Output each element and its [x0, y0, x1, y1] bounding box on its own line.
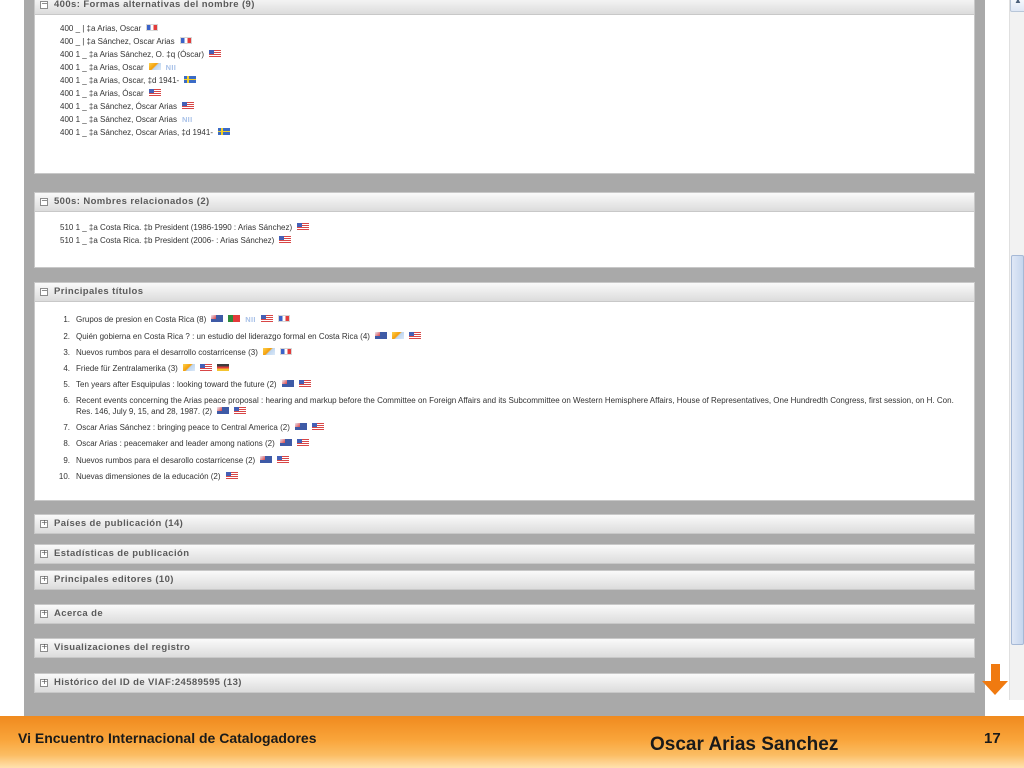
flag-usa-icon: [209, 50, 222, 58]
collapse-toggle-icon[interactable]: −: [40, 286, 48, 296]
slide-footer: Vi Encuentro Internacional de Catalogado…: [0, 716, 1024, 768]
slide-subject: Oscar Arias Sanchez: [650, 734, 839, 755]
panel-title: Visualizaciones del registro: [54, 642, 191, 653]
title-list-item[interactable]: 8. Oscar Arias : peacemaker and leader am…: [63, 438, 309, 449]
arrow-down-icon: [991, 664, 1000, 682]
flag-usa-icon: [296, 439, 309, 447]
scrollbar-thumb[interactable]: [1011, 255, 1024, 645]
panel-body-alt-names: 400 _ | ‡a Arias, Oscar 400 _ | ‡a Sánch…: [34, 15, 975, 174]
nii-source-icon: NII: [165, 63, 177, 72]
browser-viewport: ▲ − 400s: Formas alternativas del nombre…: [0, 0, 1024, 716]
flag-usa-icon: [199, 364, 212, 372]
flag-israel-icon: [148, 63, 161, 71]
panel-body-related-names: 510 1 _ ‡a Costa Rica. ‡b President (198…: [34, 212, 975, 268]
arrow-down-icon-head: [982, 681, 1008, 695]
panel-title: Estadísticas de publicación: [54, 548, 190, 559]
flag-france-icon: [146, 24, 159, 32]
title-list-item[interactable]: 5. Ten years after Esquipulas : looking t…: [63, 379, 311, 390]
flag-australia-icon: [260, 456, 273, 464]
flag-usa-icon: [260, 315, 273, 323]
flag-germany-icon: [216, 364, 229, 372]
title-list-item[interactable]: 9. Nuevos rumbos para el desarollo costar…: [63, 455, 290, 466]
right-gutter: [985, 0, 1009, 716]
list-item: 400 1 _ ‡a Sánchez, Oscar Arias NII: [60, 115, 193, 124]
flag-sweden-icon: [184, 76, 197, 84]
title-list-item[interactable]: 2. Quién gobierna en Costa Rica ? : un es…: [63, 331, 421, 342]
panel-header-record-views[interactable]: + Visualizaciones del registro: [34, 638, 975, 658]
title-list-item[interactable]: 1. Grupos de presion en Costa Rica (8) NII: [63, 314, 290, 325]
list-item: 400 1 _ ‡a Sánchez, Oscar Arias, ‡d 1941…: [60, 128, 230, 138]
slide-number: 17: [984, 730, 1001, 747]
list-item: 400 1 _ ‡a Sánchez, Óscar Arias: [60, 102, 194, 112]
list-item: 510 1 _ ‡a Costa Rica. ‡b President (200…: [60, 236, 292, 246]
nii-source-icon: NII: [245, 315, 256, 324]
list-item: 510 1 _ ‡a Costa Rica. ‡b President (198…: [60, 223, 310, 233]
expand-toggle-icon[interactable]: +: [40, 608, 48, 618]
panel-header-related-names[interactable]: − 500s: Nombres relacionados (2): [34, 192, 975, 212]
panel-title: Acerca de: [54, 608, 104, 619]
expand-toggle-icon[interactable]: +: [40, 548, 48, 558]
flag-usa-icon: [408, 332, 421, 340]
expand-toggle-icon[interactable]: +: [40, 574, 48, 584]
flag-australia-icon: [217, 407, 230, 415]
list-item: 400 1 _ ‡a Arias, Óscar: [60, 89, 161, 99]
flag-usa-icon: [279, 236, 292, 244]
panel-header-stats[interactable]: + Estadísticas de publicación: [34, 544, 975, 564]
panel-header-alt-names[interactable]: − 400s: Formas alternativas del nombre (…: [34, 0, 975, 15]
list-item: 400 _ | ‡a Arias, Oscar: [60, 24, 159, 34]
flag-sweden-icon: [217, 128, 230, 136]
title-list-item[interactable]: 7. Oscar Arias Sánchez : bringing peace t…: [63, 422, 324, 433]
title-list-item[interactable]: 6. Recent events concerning the Arias pea…: [63, 395, 966, 417]
title-list-item[interactable]: 10. Nuevas dimensiones de la educación (2…: [59, 471, 238, 482]
list-item: 400 1 _ ‡a Arias, Oscar, ‡d 1941-: [60, 76, 197, 86]
chevron-up-icon: ▲: [1014, 0, 1022, 5]
title-list-item[interactable]: 3. Nuevos rumbos para el desarrollo costa…: [63, 347, 292, 358]
flag-usa-icon: [311, 423, 324, 431]
flag-france-icon: [179, 37, 192, 45]
flag-france-icon: [279, 348, 292, 356]
flag-france-icon: [277, 315, 290, 323]
flag-usa-icon: [148, 89, 161, 97]
flag-usa-icon: [181, 102, 194, 110]
collapse-toggle-icon[interactable]: −: [40, 0, 48, 9]
expand-toggle-icon[interactable]: +: [40, 677, 48, 687]
collapse-toggle-icon[interactable]: −: [40, 196, 48, 206]
panel-header-publishers[interactable]: + Principales editores (10): [34, 570, 975, 590]
flag-israel-icon: [391, 332, 404, 340]
panel-header-about[interactable]: + Acerca de: [34, 604, 975, 624]
flag-australia-icon: [211, 315, 224, 323]
panel-header-history[interactable]: + Histórico del ID de VIAF:24589595 (13): [34, 673, 975, 693]
panel-title: Histórico del ID de VIAF:24589595 (13): [54, 677, 242, 688]
flag-australia-icon: [374, 332, 387, 340]
flag-usa-icon: [297, 223, 310, 231]
list-item: 400 1 _ ‡a Arias Sánchez, O. ‡q (Óscar): [60, 50, 222, 60]
flag-usa-icon: [277, 456, 290, 464]
flag-usa-icon: [225, 472, 238, 480]
list-item: 400 _ | ‡a Sánchez, Oscar Arias: [60, 37, 192, 47]
flag-australia-icon: [279, 439, 292, 447]
expand-toggle-icon[interactable]: +: [40, 518, 48, 528]
panel-title: Principales editores (10): [54, 574, 174, 585]
flag-israel-icon: [262, 348, 275, 356]
title-list-item[interactable]: 4. Friede für Zentralamerika (3): [63, 363, 229, 374]
flag-portugal-icon: [228, 315, 241, 323]
panel-header-main-titles[interactable]: − Principales títulos: [34, 282, 975, 302]
flag-usa-icon: [298, 380, 311, 388]
panel-title: Países de publicación (14): [54, 518, 184, 529]
panel-title: 400s: Formas alternativas del nombre (9): [54, 0, 255, 10]
list-item: 400 1 _ ‡a Arias, Oscar NII: [60, 63, 177, 72]
scroll-up-button[interactable]: ▲: [1010, 0, 1024, 12]
panel-header-countries[interactable]: + Países de publicación (14): [34, 514, 975, 534]
panel-title: 500s: Nombres relacionados (2): [54, 196, 210, 207]
flag-australia-icon: [294, 423, 307, 431]
flag-australia-icon: [281, 380, 294, 388]
flag-usa-icon: [234, 407, 247, 415]
event-title: Vi Encuentro Internacional de Catalogado…: [18, 730, 317, 746]
panel-title: Principales títulos: [54, 286, 144, 297]
expand-toggle-icon[interactable]: +: [40, 642, 48, 652]
flag-israel-icon: [182, 364, 195, 372]
panel-body-main-titles: 1. Grupos de presion en Costa Rica (8) NII…: [34, 302, 975, 501]
left-gutter: [0, 0, 24, 716]
nii-source-icon: NII: [181, 115, 193, 124]
